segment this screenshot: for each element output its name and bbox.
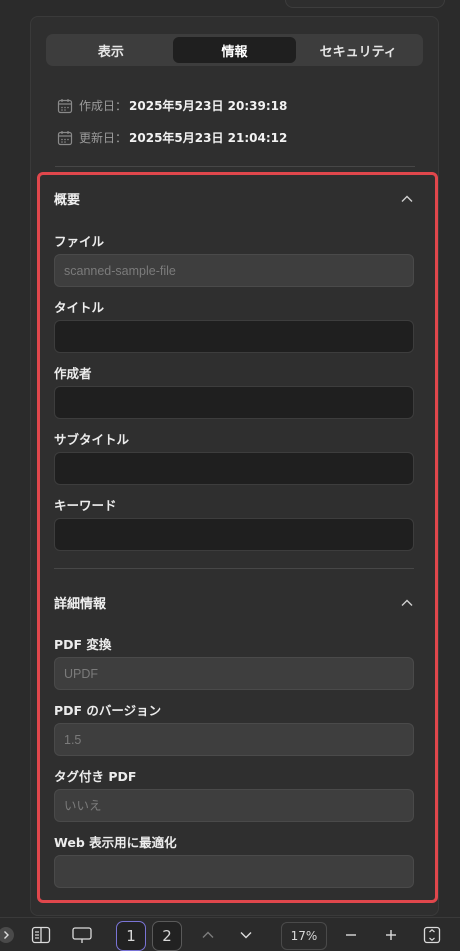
minus-icon [346,934,356,936]
fit-height-icon [423,926,441,944]
author-label: 作成者 [54,366,92,381]
producer-field[interactable] [54,657,414,690]
tagged-pdf-label: タグ付き PDF [54,769,137,784]
modified-date-value: 2025年5月23日 21:04:12 [129,131,288,145]
calendar-icon [57,98,73,113]
version-field[interactable] [54,723,414,756]
tagged-pdf-field[interactable] [54,789,414,822]
expand-left-button[interactable] [0,922,18,948]
producer-label: PDF 変換 [54,637,112,652]
section-divider [54,568,414,569]
keywords-input[interactable] [54,518,414,551]
version-label: PDF のバージョン [54,703,162,718]
page-list-icon [31,926,51,944]
tab-display[interactable]: 表示 [49,37,173,63]
summary-section-title: 概要 [54,193,81,208]
top-toolbar-edge [285,0,445,8]
thumbnails-button[interactable] [29,922,53,948]
created-date-value: 2025年5月23日 20:39:18 [129,99,288,113]
bottom-toolbar: 1 2 17% [0,917,460,951]
chevron-down-icon [240,932,252,939]
properties-tabs: 表示 情報 セキュリティ [46,34,423,66]
subtitle-label: サブタイトル [54,432,130,447]
zoom-level[interactable]: 17% [281,922,327,950]
title-input[interactable] [54,320,414,353]
chevron-up-icon [202,931,214,938]
plus-icon [386,930,396,940]
chevron-up-icon[interactable] [400,192,414,206]
details-section-header[interactable]: 詳細情報 [54,593,414,612]
created-date-row: 作成日： 2025年5月23日 20:39:18 [57,97,287,114]
fast-web-view-label: Web 表示用に最適化 [54,835,177,850]
file-label: ファイル [54,234,105,249]
zoom-out-button[interactable] [341,922,361,948]
modified-date-label: 更新日： [79,131,128,145]
zoom-in-button[interactable] [381,922,401,948]
tab-info[interactable]: 情報 [172,37,297,63]
tab-security[interactable]: セキュリティ [296,37,420,63]
fast-web-view-field[interactable] [54,855,414,888]
title-label: タイトル [54,300,105,315]
presentation-icon [72,927,92,943]
next-page-button[interactable] [236,922,256,948]
subtitle-input[interactable] [54,452,414,485]
calendar-icon [57,130,73,145]
keywords-label: キーワード [54,498,117,513]
chevron-right-icon [0,927,14,943]
file-field[interactable] [54,254,414,287]
fit-page-button[interactable] [421,922,443,948]
author-input[interactable] [54,386,414,419]
presentation-button[interactable] [70,922,94,948]
created-date-label: 作成日： [79,99,128,113]
chevron-up-icon[interactable] [400,596,414,610]
modified-date-row: 更新日： 2025年5月23日 21:04:12 [57,129,287,146]
dates-divider [55,166,415,167]
summary-section-header[interactable]: 概要 [54,189,414,208]
previous-page-button[interactable] [198,922,218,948]
details-section-title: 詳細情報 [54,597,107,612]
